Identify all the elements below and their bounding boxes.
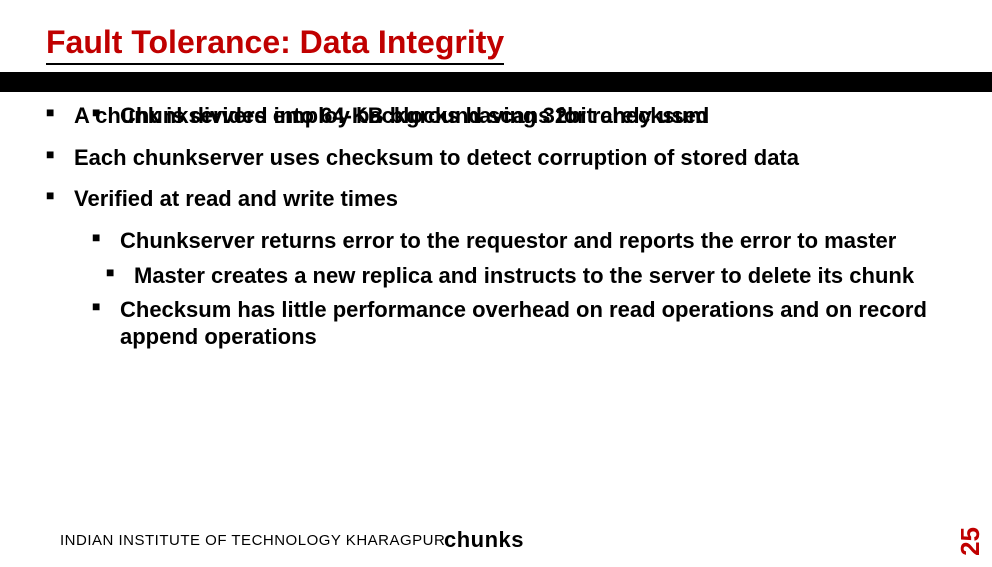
footer-institute: INDIAN INSTITUTE OF TECHNOLOGY KHARAGPUR <box>60 532 445 549</box>
footer-chunks-overlap: chunks <box>444 527 524 552</box>
slide-title: Fault Tolerance: Data Integrity <box>46 24 504 65</box>
title-divider-bar <box>0 72 992 92</box>
page-number: 25 <box>955 527 986 556</box>
last-bullet-block: Chunkservers employ background scans for… <box>46 102 952 549</box>
bullet-item: Chunkservers employ background scans for… <box>92 102 952 130</box>
slide: Fault Tolerance: Data Integrity A chunk … <box>0 0 992 567</box>
footer: INDIAN INSTITUTE OF TECHNOLOGY KHARAGPUR… <box>60 525 524 551</box>
